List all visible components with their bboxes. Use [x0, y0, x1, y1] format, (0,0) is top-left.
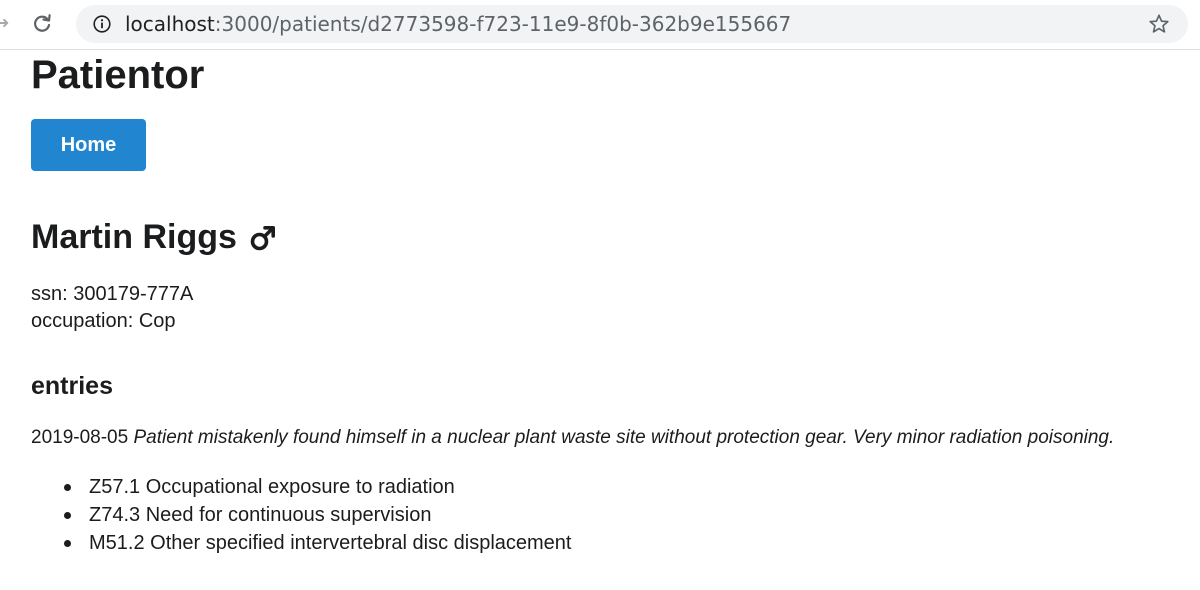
url-text[interactable]: localhost:3000/patients/d2773598-f723-11…: [125, 5, 791, 43]
diagnosis-code: Z74.3: [89, 504, 141, 526]
entries-heading: entries: [31, 372, 113, 400]
occupation-value: Cop: [138, 310, 176, 332]
diagnosis-name: Other specified intervertebral disc disp…: [150, 532, 572, 554]
diagnosis-code: M51.2: [89, 532, 145, 554]
app-title: Patientor: [31, 53, 205, 97]
diagnosis-list: Z57.1 Occupational exposure to radiation…: [31, 473, 571, 557]
star-icon[interactable]: [1148, 13, 1170, 35]
patient-header: Martin Riggs: [31, 216, 277, 258]
diagnosis-code: Z57.1: [89, 476, 141, 498]
entry-line: 2019-08-05 Patient mistakenly found hims…: [31, 425, 1114, 451]
entry-description: Patient mistakenly found himself in a nu…: [133, 427, 1115, 448]
mars-icon: [250, 225, 275, 251]
diagnosis-item: Z57.1 Occupational exposure to radiation: [31, 473, 571, 501]
diagnosis-name: Occupational exposure to radiation: [145, 476, 455, 498]
arrow-left-icon[interactable]: ➜: [0, 13, 9, 35]
address-bar[interactable]: localhost:3000/patients/d2773598-f723-11…: [76, 5, 1188, 43]
ssn-line: ssn: 300179-777A: [31, 281, 193, 307]
patient-name: Martin Riggs: [31, 218, 237, 256]
home-button[interactable]: Home: [31, 119, 146, 171]
ssn-label: ssn:: [31, 283, 68, 305]
diagnosis-item: Z74.3 Need for continuous supervision: [31, 501, 571, 529]
entry-date: 2019-08-05: [31, 427, 129, 448]
url-path: :3000/patients/d2773598-f723-11e9-8f0b-3…: [214, 12, 792, 36]
diagnosis-item: M51.2 Other specified intervertebral dis…: [31, 529, 571, 557]
reload-icon[interactable]: [30, 12, 54, 36]
diagnosis-name: Need for continuous supervision: [145, 504, 432, 526]
ssn-value: 300179-777A: [73, 283, 194, 305]
occupation-line: occupation: Cop: [31, 308, 176, 334]
browser-toolbar: ➜ localhost:3000/patients/d2773598-f723-…: [0, 0, 1200, 50]
info-icon[interactable]: [93, 15, 111, 33]
url-host: localhost: [125, 12, 215, 36]
occupation-label: occupation:: [31, 310, 134, 332]
